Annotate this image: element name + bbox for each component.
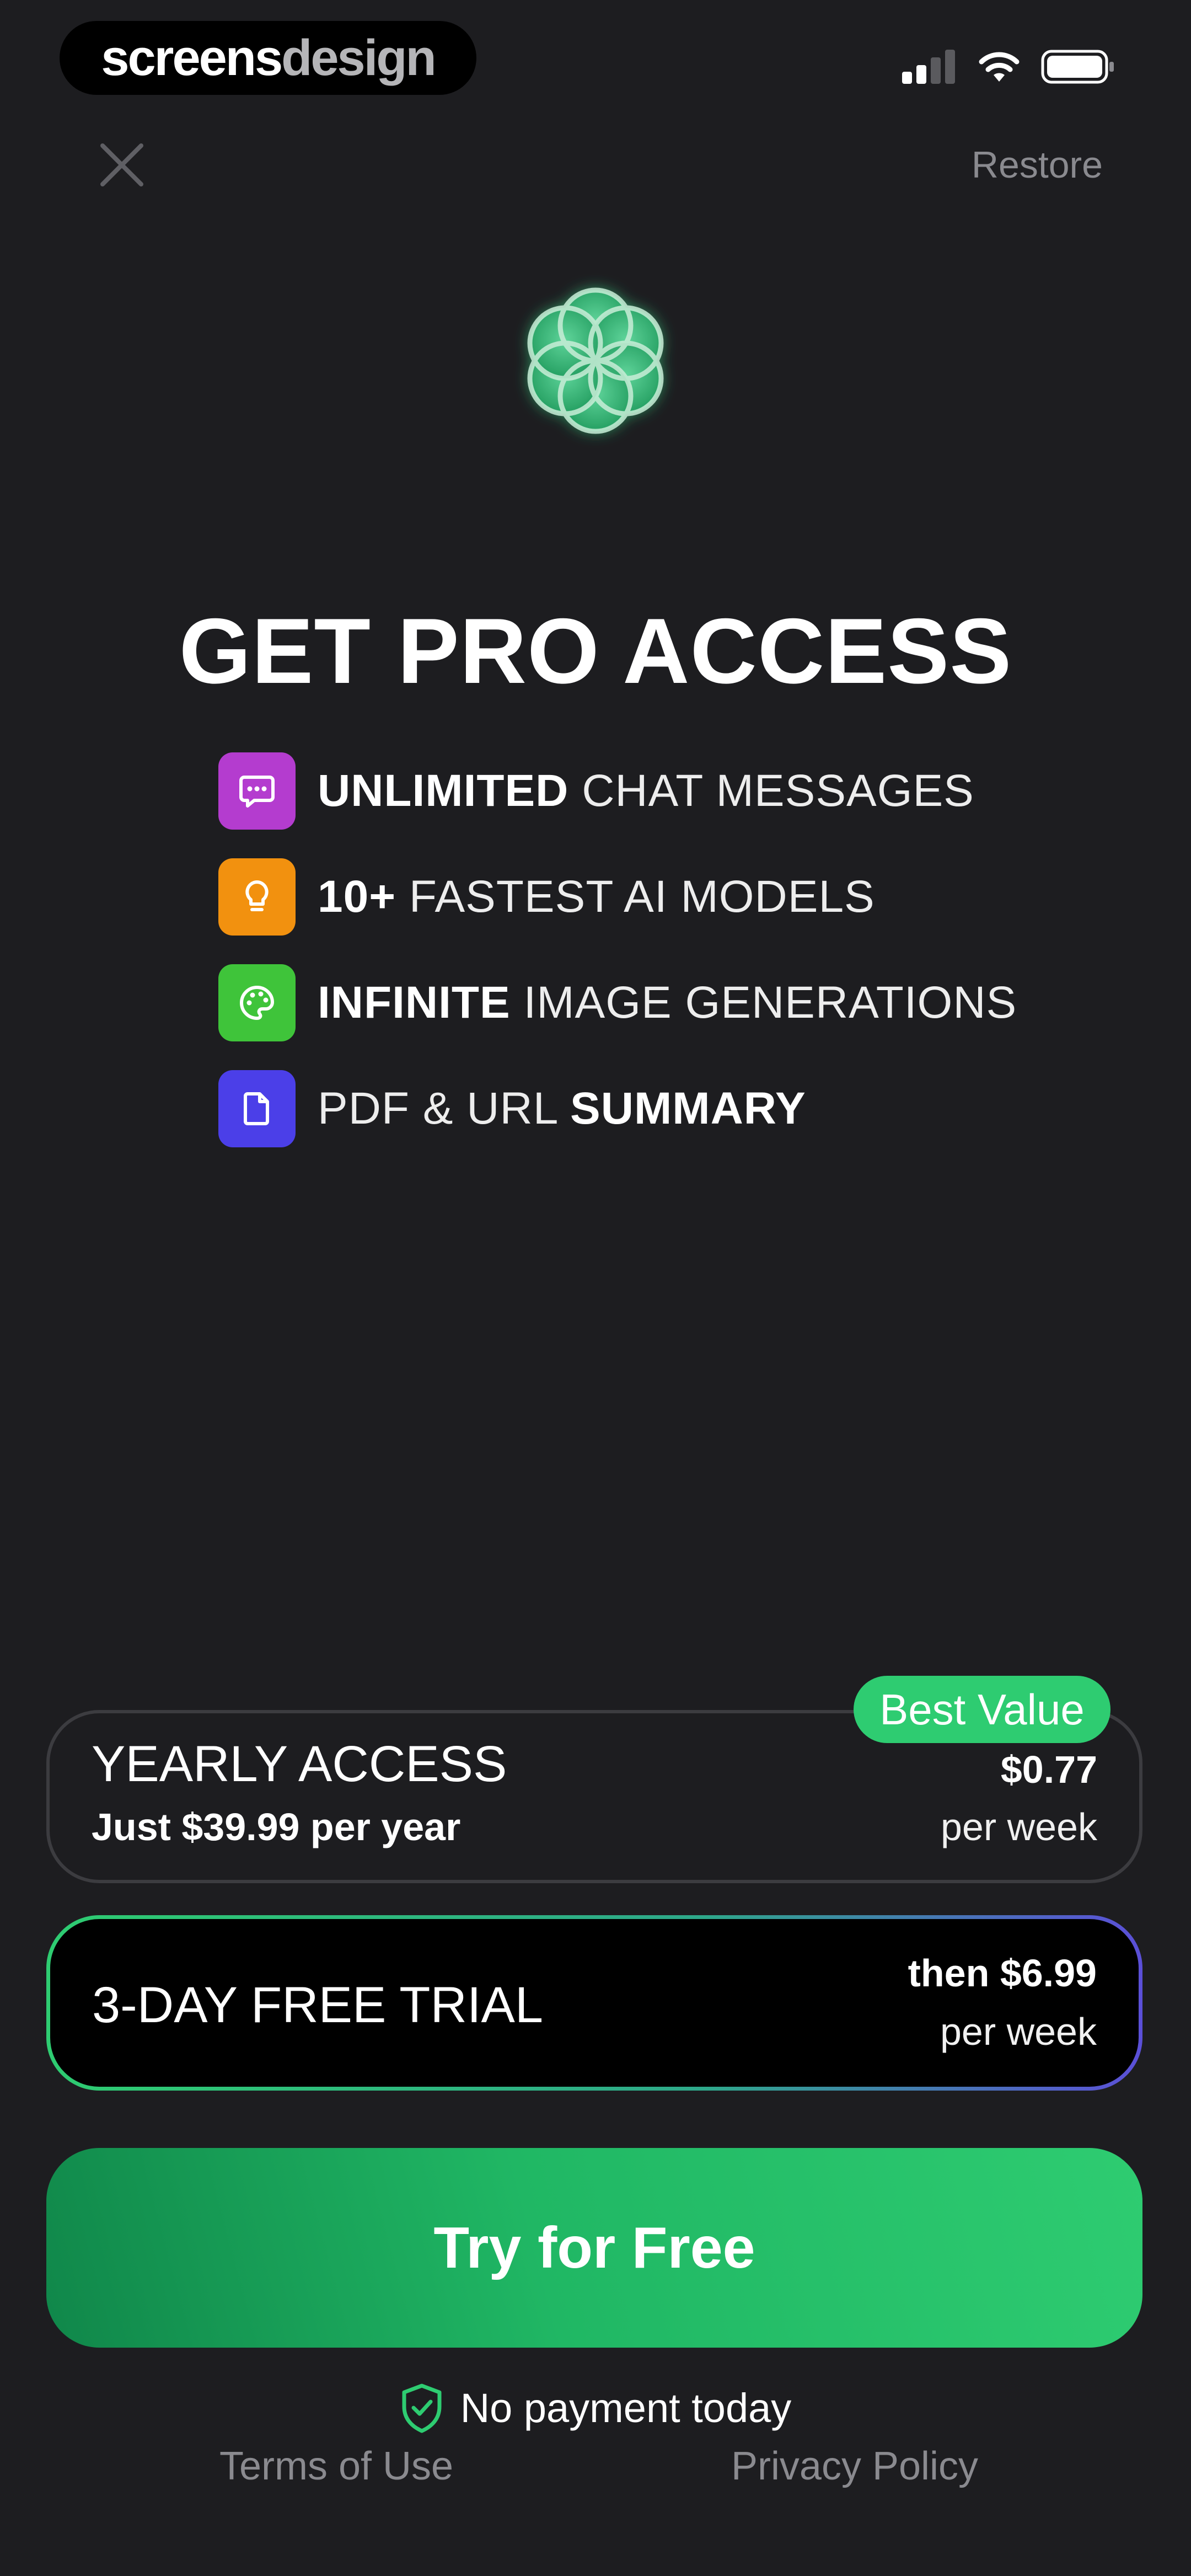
try-for-free-button[interactable]: Try for Free xyxy=(46,2148,1142,2348)
feature-item-models: 10+ FASTEST AI MODELS xyxy=(218,857,1045,937)
plan-name: 3-DAY FREE TRIAL xyxy=(92,1977,544,2033)
flower-of-life-logo xyxy=(527,287,664,434)
plan-period: per week xyxy=(940,1805,1097,1848)
no-payment-note: No payment today xyxy=(0,2377,1191,2438)
close-icon[interactable] xyxy=(98,141,146,189)
best-value-badge: Best Value xyxy=(854,1676,1110,1743)
privacy-policy-link[interactable]: Privacy Policy xyxy=(700,2444,1009,2489)
feature-text: CHAT MESSAGES xyxy=(568,766,974,816)
feature-item-summary: PDF & URL SUMMARY xyxy=(218,1069,1045,1148)
plan-price: $0.77 xyxy=(1000,1748,1097,1791)
no-payment-text: No payment today xyxy=(460,2385,792,2431)
chat-bubble-icon xyxy=(218,752,296,830)
feature-bold: UNLIMITED xyxy=(318,766,569,816)
palette-icon xyxy=(218,964,296,1041)
plan-subtitle: Just $39.99 per year xyxy=(92,1805,461,1848)
watermark-part2: design xyxy=(281,29,436,86)
plan-name: YEARLY ACCESS xyxy=(92,1736,507,1792)
watermark-part1: screens xyxy=(101,29,283,86)
plan-trial-option[interactable]: 3-DAY FREE TRIAL then $6.99 per week xyxy=(46,1915,1142,2091)
feature-bold: 10+ xyxy=(318,872,396,922)
plan-period: per week xyxy=(940,2010,1097,2053)
terms-of-use-link[interactable]: Terms of Use xyxy=(182,2444,491,2489)
page-title: GET PRO ACCESS xyxy=(179,599,1012,703)
feature-item-images: INFINITE IMAGE GENERATIONS xyxy=(218,963,1045,1043)
shield-check-icon xyxy=(402,2383,442,2433)
restore-button[interactable]: Restore xyxy=(915,141,1103,189)
plan-price: then $6.99 xyxy=(908,1952,1097,1995)
feature-text: IMAGE GENERATIONS xyxy=(510,977,1017,1028)
feature-list: UNLIMITED CHAT MESSAGES 10+ FASTEST AI M… xyxy=(218,751,1045,1175)
feature-item-chat: UNLIMITED CHAT MESSAGES xyxy=(218,751,1045,831)
battery-icon xyxy=(1041,50,1114,84)
feature-text: PDF & URL xyxy=(318,1083,571,1134)
feature-text: FASTEST AI MODELS xyxy=(396,872,875,922)
screensdesign-watermark: screens design xyxy=(60,21,476,95)
document-icon xyxy=(218,1070,296,1147)
wifi-icon xyxy=(979,52,1020,82)
signal-icon xyxy=(902,50,955,84)
lightbulb-icon xyxy=(218,858,296,936)
feature-bold: SUMMARY xyxy=(570,1083,806,1134)
feature-bold: INFINITE xyxy=(318,977,511,1028)
